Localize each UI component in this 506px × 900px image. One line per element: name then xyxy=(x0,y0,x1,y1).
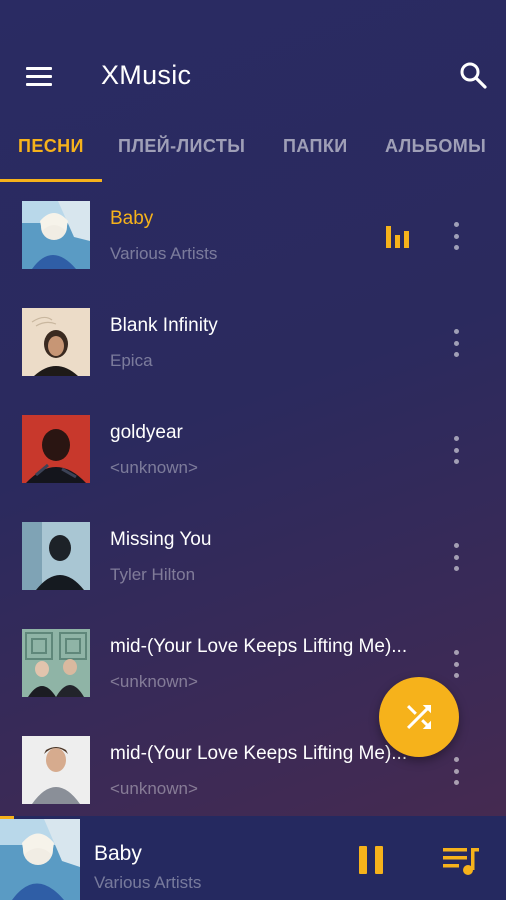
song-row[interactable]: Missing You Tyler Hilton xyxy=(0,503,506,610)
album-art xyxy=(22,629,90,697)
song-artist: Various Artists xyxy=(110,244,218,263)
more-options-button[interactable] xyxy=(444,543,468,571)
queue-button[interactable] xyxy=(441,844,481,876)
more-options-button[interactable] xyxy=(444,436,468,464)
queue-music-icon xyxy=(443,848,479,875)
search-button[interactable] xyxy=(458,60,488,90)
more-vert-icon xyxy=(453,222,459,227)
more-options-button[interactable] xyxy=(444,329,468,357)
album-art xyxy=(22,415,90,483)
shuffle-button[interactable] xyxy=(379,677,459,757)
menu-icon xyxy=(26,66,52,70)
tab-bar: ПЕСНИ ПЛЕЙ-ЛИСТЫ ПАПКИ АЛЬБОМЫ xyxy=(0,128,506,182)
now-playing-title: Baby xyxy=(94,842,142,865)
more-vert-icon xyxy=(453,650,459,655)
song-title: mid-(Your Love Keeps Lifting Me)... xyxy=(110,636,408,657)
more-vert-icon xyxy=(453,329,459,334)
song-title: Blank Infinity xyxy=(110,315,218,336)
more-options-button[interactable] xyxy=(444,222,468,250)
status-bar xyxy=(0,0,506,40)
more-options-button[interactable] xyxy=(444,757,468,785)
search-icon xyxy=(460,62,487,89)
more-vert-icon xyxy=(453,436,459,441)
song-title: goldyear xyxy=(110,422,183,443)
equalizer-icon xyxy=(386,226,409,248)
shuffle-icon xyxy=(407,705,431,729)
song-artist: <unknown> xyxy=(110,779,198,798)
album-art xyxy=(22,201,90,269)
song-title: Baby xyxy=(110,208,154,229)
app-title: XMusic xyxy=(101,60,192,90)
song-artist: <unknown> xyxy=(110,672,198,691)
song-artist: Epica xyxy=(110,351,153,370)
song-row[interactable]: goldyear <unknown> xyxy=(0,396,506,503)
tab-playlists[interactable]: ПЛЕЙ-ЛИСТЫ xyxy=(118,136,245,157)
menu-button[interactable] xyxy=(16,58,60,94)
album-art xyxy=(22,308,90,376)
now-playing-art xyxy=(0,819,80,900)
more-vert-icon xyxy=(453,543,459,548)
song-artist: Tyler Hilton xyxy=(110,565,196,584)
album-art xyxy=(22,522,90,590)
tab-songs[interactable]: ПЕСНИ xyxy=(18,136,84,157)
mini-player[interactable]: Baby Various Artists xyxy=(0,816,506,900)
song-row[interactable]: Blank Infinity Epica xyxy=(0,289,506,396)
album-art xyxy=(22,736,90,804)
more-vert-icon xyxy=(453,757,459,762)
app-bar: XMusic xyxy=(0,40,506,112)
pause-button[interactable] xyxy=(356,842,386,878)
pause-icon xyxy=(359,846,383,874)
song-title: Missing You xyxy=(110,529,212,550)
song-row[interactable]: Baby Various Artists xyxy=(0,182,506,289)
tab-albums[interactable]: АЛЬБОМЫ xyxy=(385,136,486,157)
tab-folders[interactable]: ПАПКИ xyxy=(283,136,348,157)
song-artist: <unknown> xyxy=(110,458,198,477)
now-playing-artist: Various Artists xyxy=(94,873,202,892)
more-options-button[interactable] xyxy=(444,650,468,678)
song-title: mid-(Your Love Keeps Lifting Me)... xyxy=(110,743,408,764)
